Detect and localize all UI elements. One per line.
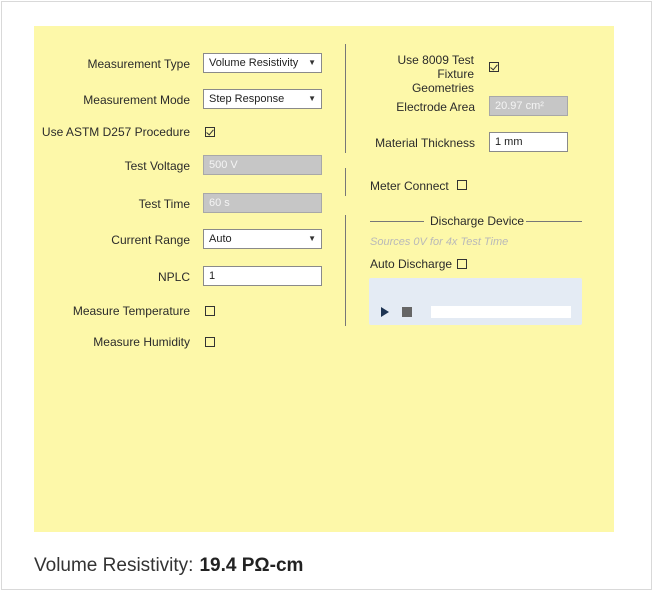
measurement-mode-value: Step Response bbox=[209, 93, 285, 105]
measurement-type-value: Volume Resistivity bbox=[209, 57, 299, 69]
measure-temperature-checkbox[interactable] bbox=[205, 306, 215, 316]
stop-icon[interactable] bbox=[402, 307, 412, 317]
caret-down-icon: ▼ bbox=[308, 234, 316, 243]
material-thickness-label: Material Thickness bbox=[375, 136, 475, 150]
electrode-area-value: 20.97 cm² bbox=[495, 100, 544, 112]
astm-checkbox[interactable] bbox=[205, 127, 215, 137]
column-divider-mid bbox=[345, 168, 346, 196]
measurement-mode-label: Measurement Mode bbox=[83, 93, 190, 107]
measurement-mode-select[interactable]: Step Response ▼ bbox=[203, 89, 322, 109]
discharge-rule-left bbox=[370, 221, 424, 222]
test-time-label: Test Time bbox=[138, 197, 190, 211]
nplc-label: NPLC bbox=[157, 270, 190, 284]
current-range-value: Auto bbox=[209, 233, 232, 245]
electrode-area-label: Electrode Area bbox=[396, 100, 475, 114]
measurement-type-label: Measurement Type bbox=[87, 57, 191, 71]
caret-down-icon: ▼ bbox=[308, 58, 316, 67]
nplc-input[interactable]: 1 bbox=[203, 266, 322, 286]
result-line: Volume Resistivity: 19.4 PΩ-cm bbox=[34, 555, 303, 577]
astm-label: Use ASTM D257 Procedure bbox=[41, 125, 190, 139]
column-divider-top bbox=[345, 44, 346, 153]
test-voltage-label: Test Voltage bbox=[124, 159, 190, 173]
material-thickness-input[interactable]: 1 mm bbox=[489, 132, 568, 152]
test-time-input: 60 s bbox=[203, 193, 322, 213]
auto-discharge-checkbox[interactable] bbox=[457, 259, 467, 269]
nplc-value: 1 bbox=[209, 270, 216, 282]
current-range-select[interactable]: Auto ▼ bbox=[203, 229, 322, 249]
discharge-hint: Sources 0V for 4x Test Time bbox=[370, 236, 509, 248]
test-voltage-input: 500 V bbox=[203, 155, 322, 175]
meter-connect-checkbox[interactable] bbox=[457, 180, 467, 190]
discharge-progress-bar bbox=[431, 306, 571, 318]
fixture-label-line2: Geometries bbox=[411, 81, 474, 95]
measure-humidity-label: Measure Humidity bbox=[93, 335, 190, 349]
test-time-value: 60 s bbox=[209, 197, 230, 209]
measurement-type-select[interactable]: Volume Resistivity ▼ bbox=[203, 53, 322, 73]
auto-discharge-label: Auto Discharge bbox=[370, 257, 453, 271]
caret-down-icon: ▼ bbox=[308, 94, 316, 103]
material-thickness-value: 1 mm bbox=[495, 136, 523, 148]
fixture-label: Use 8009 Test Fixture Geometries bbox=[368, 53, 475, 95]
test-voltage-value: 500 V bbox=[209, 159, 238, 171]
measure-humidity-checkbox[interactable] bbox=[205, 337, 215, 347]
play-icon[interactable] bbox=[381, 307, 389, 317]
fixture-label-line1: Use 8009 Test Fixture bbox=[397, 53, 475, 81]
measure-temperature-label: Measure Temperature bbox=[72, 304, 190, 318]
discharge-player bbox=[369, 278, 582, 325]
current-range-label: Current Range bbox=[111, 233, 190, 247]
result-label: Volume Resistivity: bbox=[34, 555, 194, 576]
electrode-area-input: 20.97 cm² bbox=[489, 96, 568, 116]
fixture-checkbox[interactable] bbox=[489, 62, 499, 72]
result-value: 19.4 PΩ-cm bbox=[199, 555, 304, 576]
discharge-title: Discharge Device bbox=[430, 214, 525, 228]
meter-connect-label: Meter Connect bbox=[370, 179, 449, 193]
column-divider-bottom bbox=[345, 215, 346, 326]
discharge-rule-right bbox=[526, 221, 582, 222]
